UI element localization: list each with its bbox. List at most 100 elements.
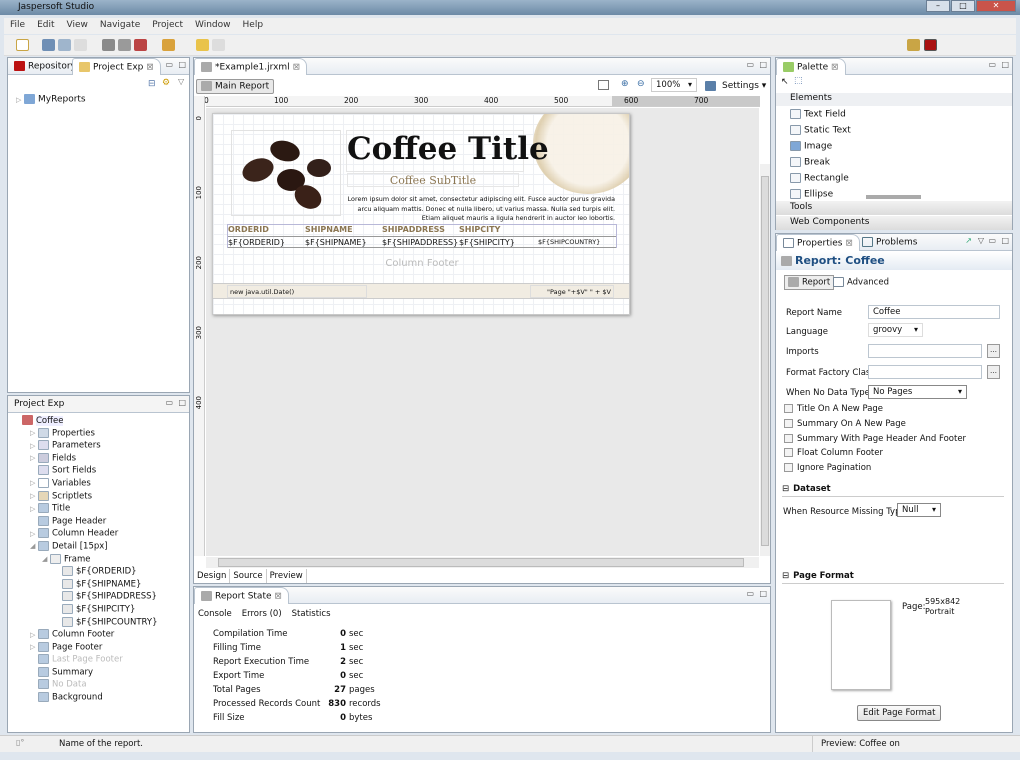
new-icon[interactable]: [16, 39, 29, 51]
close-icon[interactable]: ⊠: [831, 63, 839, 73]
save-icon[interactable]: [42, 39, 55, 51]
tree-item[interactable]: Summary: [22, 666, 187, 680]
palette-item[interactable]: Rectangle: [776, 173, 1012, 189]
expanded-icon[interactable]: ◢: [30, 542, 38, 550]
collapse-icon[interactable]: ⊟: [782, 571, 789, 581]
edit-report-icon[interactable]: [134, 39, 147, 51]
tree-item[interactable]: $F{SHIPADDRESS}: [22, 591, 187, 604]
edit-page-format-button[interactable]: Edit Page Format: [857, 705, 942, 721]
header-orderid[interactable]: ORDERID: [228, 225, 269, 234]
tab-design[interactable]: Design: [194, 569, 231, 583]
link-editor-icon[interactable]: ⚙: [162, 78, 170, 88]
tab-properties[interactable]: Properties ⊠: [776, 234, 860, 251]
design-canvas[interactable]: Coffee Title Coffee SubTitle Lorem ipsum…: [206, 108, 759, 556]
maximize-icon[interactable]: □: [178, 60, 186, 69]
menu-navigate[interactable]: Navigate: [94, 18, 146, 34]
field-shipname[interactable]: $F{SHIPNAME}: [305, 238, 367, 247]
compile-icon[interactable]: [102, 39, 115, 51]
tab-project-explorer[interactable]: Project Exp ⊠: [72, 58, 161, 75]
publish-icon[interactable]: [162, 39, 175, 51]
tree-item[interactable]: $F{SHIPNAME}: [22, 578, 187, 592]
expanded-icon[interactable]: ◢: [42, 555, 50, 563]
field-shipaddress[interactable]: $F{SHIPADDRESS}: [382, 238, 458, 247]
subtab-report[interactable]: Report: [784, 275, 835, 290]
back-icon[interactable]: [196, 39, 209, 51]
expand-icon[interactable]: ▷: [30, 429, 38, 437]
minimize-icon[interactable]: ▭: [165, 60, 173, 69]
horizontal-scrollbar[interactable]: [206, 557, 759, 568]
tree-item[interactable]: ▷ Fields: [22, 452, 187, 466]
option-checkbox[interactable]: Ignore Pagination: [784, 463, 871, 473]
checkbox-box[interactable]: [784, 404, 793, 413]
option-checkbox[interactable]: Summary On A New Page: [784, 418, 906, 429]
option-checkbox[interactable]: Float Column Footer: [784, 448, 883, 458]
palette-item[interactable]: Image: [776, 141, 1012, 157]
expand-icon[interactable]: ▷: [30, 530, 38, 538]
maximize-button[interactable]: □: [951, 0, 975, 12]
tree-item[interactable]: ▷ Parameters: [22, 440, 187, 453]
when-no-data-select[interactable]: No Pages: [868, 385, 967, 399]
checkbox-box[interactable]: [784, 433, 793, 443]
tree-item[interactable]: Sort Fields: [22, 465, 187, 478]
menu-file[interactable]: File: [4, 18, 31, 34]
minimize-icon[interactable]: ▭: [746, 60, 754, 69]
date-field[interactable]: new java.util.Date(): [227, 285, 367, 298]
format-factory-browse-button[interactable]: …: [987, 365, 1000, 379]
print-icon[interactable]: [74, 39, 87, 51]
tree-item[interactable]: ▷ Title: [22, 503, 187, 516]
minimize-icon[interactable]: ▭: [746, 589, 754, 598]
tab-problems[interactable]: Problems: [856, 234, 923, 251]
scroll-thumb[interactable]: [218, 558, 744, 567]
checkbox-box[interactable]: [784, 418, 793, 428]
collapse-icon[interactable]: ⊟: [782, 484, 789, 494]
header-shipcity[interactable]: SHIPCITY: [459, 225, 500, 234]
imports-browse-button[interactable]: …: [987, 344, 1000, 358]
tab-repository[interactable]: Repository: [8, 58, 82, 75]
option-checkbox[interactable]: Title On A New Page: [784, 404, 883, 414]
minimize-icon[interactable]: ▭: [988, 60, 996, 69]
tree-item[interactable]: ▷ Column Footer: [22, 629, 187, 642]
header-shipname[interactable]: SHIPNAME: [305, 225, 353, 234]
close-icon[interactable]: ⊠: [146, 63, 154, 73]
minimize-button[interactable]: –: [926, 0, 950, 12]
checkbox-box[interactable]: [784, 463, 793, 473]
select-tool-icon[interactable]: ↖: [781, 77, 789, 87]
close-icon[interactable]: ⊠: [845, 239, 853, 249]
option-checkbox[interactable]: Summary With Page Header And Footer: [784, 433, 966, 444]
detail-frame[interactable]: $F{ORDERID} $F{SHIPNAME} $F{SHIPADDRESS}…: [228, 236, 616, 248]
tab-source[interactable]: Source: [230, 569, 267, 583]
palette-drawer-tools[interactable]: Tools: [776, 201, 1012, 215]
maximize-icon[interactable]: □: [759, 60, 767, 69]
palette-item[interactable]: Text Field: [776, 109, 1012, 125]
view-menu-icon[interactable]: ▽: [978, 236, 984, 245]
zoom-in-icon[interactable]: ⊕: [621, 79, 629, 89]
page-number-field[interactable]: "Page "+$V" " + $V: [530, 285, 614, 298]
tree-item[interactable]: ◢ Frame: [22, 553, 187, 567]
close-icon[interactable]: ⊠: [293, 63, 301, 73]
expand-icon[interactable]: ▷: [30, 643, 38, 651]
tree-item[interactable]: $F{ORDERID}: [22, 566, 187, 579]
menu-window[interactable]: Window: [189, 18, 237, 34]
report-title[interactable]: Coffee Title: [346, 130, 549, 172]
field-shipcountry[interactable]: $F{SHIPCOUNTRY}: [538, 238, 600, 246]
expand-icon[interactable]: ▷: [30, 505, 38, 513]
menu-help[interactable]: Help: [237, 18, 270, 34]
minimize-icon[interactable]: ▭: [165, 398, 173, 407]
tree-item[interactable]: ▷ Page Footer: [22, 641, 187, 655]
report-name-input[interactable]: Coffee: [868, 305, 1000, 319]
resource-missing-select[interactable]: Null: [897, 503, 941, 517]
dataset-section[interactable]: ⊟ Dataset: [782, 484, 1004, 497]
coffee-beans-image[interactable]: [231, 130, 341, 216]
maximize-icon[interactable]: □: [1001, 60, 1009, 69]
expand-icon[interactable]: ▷: [30, 454, 38, 462]
toggle-layout-icon[interactable]: [598, 80, 609, 90]
view-menu-icon[interactable]: ▽: [178, 77, 184, 86]
format-factory-class-input[interactable]: [868, 365, 982, 379]
field-orderid[interactable]: $F{ORDERID}: [228, 238, 285, 247]
tab-preview[interactable]: Preview: [267, 569, 307, 583]
expand-icon[interactable]: ▷: [30, 479, 38, 487]
checkbox-box[interactable]: [784, 448, 793, 458]
palette-drawer-web-components[interactable]: Web Components: [776, 216, 1012, 230]
tree-item[interactable]: ▷ Column Header: [22, 528, 187, 541]
close-icon[interactable]: ⊠: [274, 592, 282, 602]
